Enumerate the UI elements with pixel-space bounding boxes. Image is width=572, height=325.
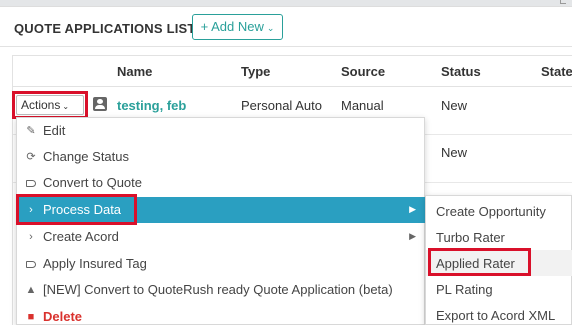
menu-item-label: Create Acord — [43, 229, 119, 244]
menu-item-create-acord[interactable]: › Create Acord ▶ — [17, 224, 426, 250]
menu-item-label: Change Status — [43, 149, 130, 164]
add-new-button[interactable]: + Add New ⌄ — [192, 14, 283, 40]
menu-item-label: Edit — [43, 123, 66, 138]
submenu-item-pl-rating[interactable]: PL Rating — [426, 276, 572, 302]
submenu-item-export-acord-xml[interactable]: Export to Acord XML — [426, 302, 572, 325]
trash-icon: ■ — [27, 311, 35, 323]
menu-item-apply-insured-tag[interactable]: Apply Insured Tag — [17, 251, 426, 277]
submenu-arrow-icon: ▶ — [409, 231, 416, 241]
menu-item-change-status[interactable]: ⟳ Change Status — [17, 144, 426, 170]
shapes-icon: ▲ — [25, 284, 37, 296]
actions-dropdown-button[interactable]: Actions ⌄ — [16, 95, 84, 115]
submenu-item-label: Turbo Rater — [436, 230, 505, 245]
chevron-right-icon: › — [29, 204, 33, 216]
menu-item-edit[interactable]: ✎ Edit — [17, 118, 426, 144]
submenu-item-label: Applied Rater — [436, 256, 515, 271]
contact-card-icon — [93, 97, 107, 111]
row-1-name-link[interactable]: testing, feb — [117, 98, 186, 113]
menu-item-label: Convert to Quote — [43, 175, 142, 190]
submenu-item-turbo-rater[interactable]: Turbo Rater — [426, 224, 572, 250]
submenu-item-label: Export to Acord XML — [436, 308, 556, 323]
edit-icon: ✎ — [26, 125, 36, 137]
row-2-status: New — [441, 145, 468, 160]
menu-item-label: Apply Insured Tag — [43, 256, 147, 271]
menu-item-label: [NEW] Convert to QuoteRush ready Quote A… — [43, 282, 393, 297]
menu-item-label: Delete — [43, 309, 83, 324]
header-divider — [13, 86, 572, 87]
column-header-state[interactable]: State — [541, 64, 572, 79]
refresh-icon: ⟳ — [26, 151, 36, 163]
column-header-name[interactable]: Name — [117, 64, 152, 79]
row-1-status: New — [441, 98, 468, 113]
page-title: QUOTE APPLICATIONS LIST — [14, 21, 196, 36]
row-1-type: Personal Auto — [241, 98, 322, 113]
menu-item-delete[interactable]: ■ Delete — [17, 304, 426, 325]
menu-item-convert-to-quoterush[interactable]: ▲ [NEW] Convert to QuoteRush ready Quote… — [17, 277, 426, 303]
chevron-down-icon: ⌄ — [266, 23, 275, 33]
menu-item-label: Process Data — [43, 202, 122, 217]
chevron-down-icon: ⌄ — [62, 102, 70, 111]
column-header-source[interactable]: Source — [341, 64, 385, 79]
panel-header: QUOTE APPLICATIONS LIST + Add New ⌄ — [0, 7, 572, 47]
menu-item-process-data[interactable]: › Process Data ▶ — [17, 197, 426, 223]
submenu-item-label: Create Opportunity — [436, 204, 546, 219]
chevron-right-icon: › — [29, 231, 33, 243]
check-icon — [560, 0, 566, 4]
add-new-label: + Add New — [200, 19, 264, 34]
submenu-item-label: PL Rating — [436, 282, 493, 297]
row-1-source: Manual — [341, 98, 384, 113]
actions-label: Actions — [21, 98, 61, 112]
submenu-arrow-icon: ▶ — [409, 204, 416, 214]
column-header-type[interactable]: Type — [241, 64, 270, 79]
submenu-item-create-opportunity[interactable]: Create Opportunity — [426, 198, 572, 224]
actions-menu: ✎ Edit ⟳ Change Status Convert to Quote … — [16, 117, 426, 325]
column-header-status[interactable]: Status — [441, 64, 481, 79]
tag-icon — [25, 257, 37, 271]
tag-icon — [25, 176, 37, 190]
process-data-submenu: Create Opportunity Turbo Rater Applied R… — [425, 195, 572, 325]
menu-item-convert-to-quote[interactable]: Convert to Quote — [17, 170, 426, 196]
submenu-item-applied-rater[interactable]: Applied Rater — [426, 250, 572, 276]
